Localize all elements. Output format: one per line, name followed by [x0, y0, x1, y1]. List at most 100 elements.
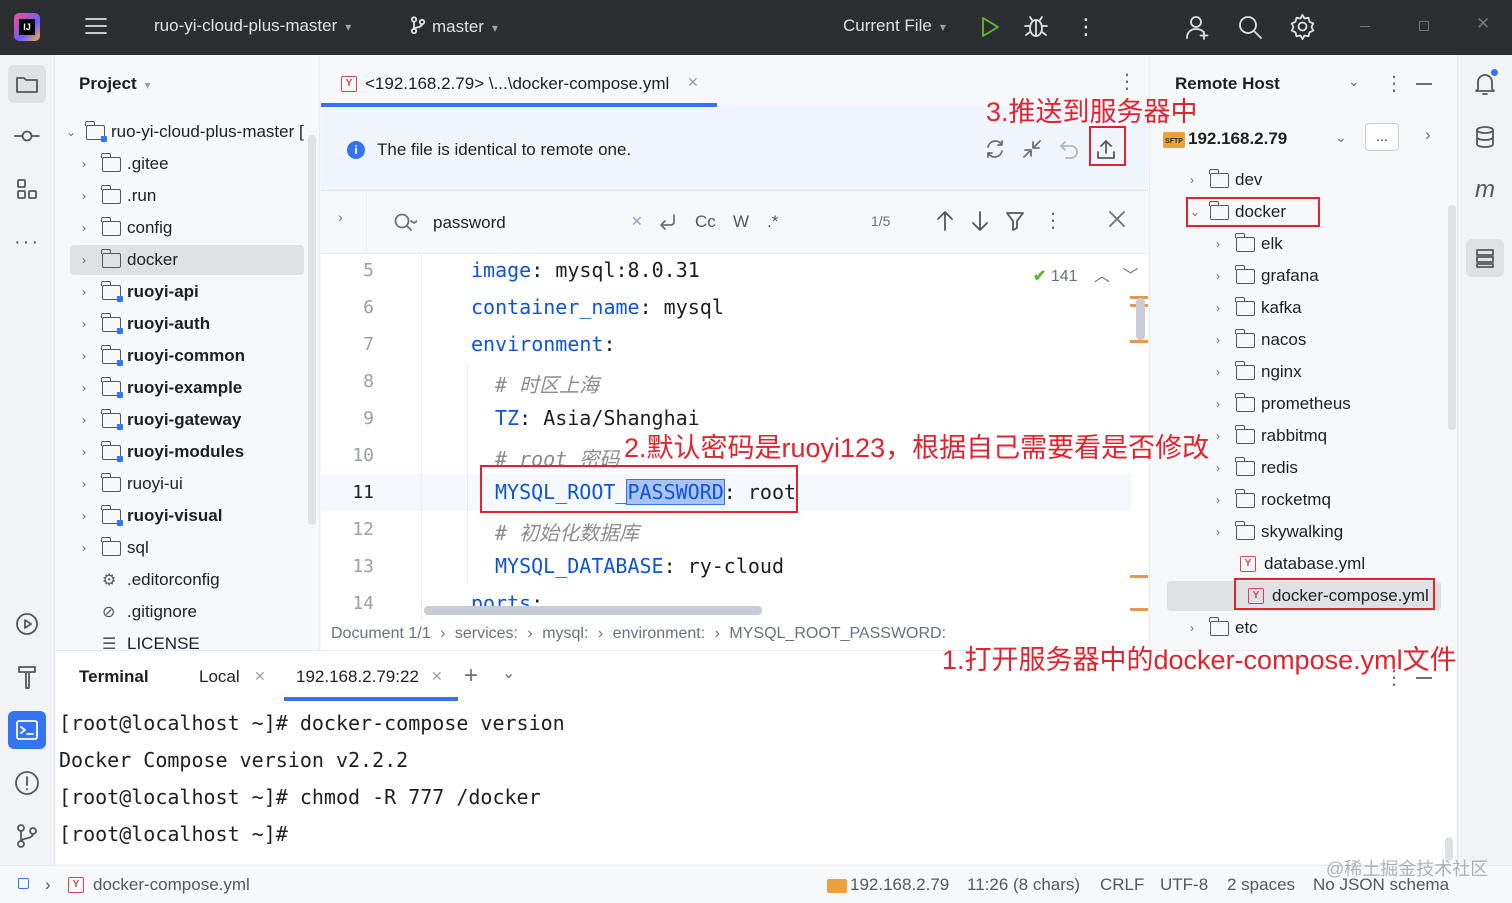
project-tree-item[interactable]: ⊘ .gitignore	[70, 597, 197, 627]
status-indent[interactable]: 2 spaces	[1227, 875, 1295, 895]
project-tree-item[interactable]: ☰ LICENSE	[70, 629, 200, 650]
remote-tree-item[interactable]: › grafana	[1216, 261, 1319, 291]
chevron-down-icon[interactable]: ⌄	[1348, 73, 1360, 90]
minimize-window-icon[interactable]	[1360, 26, 1370, 27]
chevron-right-icon[interactable]: ›	[1425, 125, 1431, 145]
find-more-icon[interactable]: ⋮	[1043, 208, 1063, 233]
close-tab-icon[interactable]: ✕	[687, 74, 699, 91]
run-icon[interactable]	[980, 16, 1000, 43]
remote-tree-item[interactable]: › skywalking	[1216, 517, 1343, 547]
commit-icon[interactable]	[8, 117, 46, 155]
project-switcher[interactable]: ruo-yi-cloud-plus-master ▾	[154, 16, 351, 36]
branch-switcher[interactable]: master ▾	[410, 16, 498, 37]
remote-tree-item[interactable]: › redis	[1216, 453, 1298, 483]
notifications-bell-icon[interactable]	[1466, 65, 1504, 103]
remote-tree-item[interactable]: Ydatabase.yml	[1240, 549, 1365, 579]
status-caret-position[interactable]: 11:26 (8 chars)	[967, 875, 1080, 895]
close-window-icon[interactable]: ✕	[1476, 14, 1490, 34]
more-actions-icon[interactable]: ⋮	[1075, 14, 1097, 40]
remote-tree-item[interactable]: › nginx	[1216, 357, 1302, 387]
project-root-row[interactable]: ⌄ ruo-yi-cloud-plus-master [	[66, 117, 304, 147]
browse-button[interactable]: ...	[1365, 123, 1399, 151]
search-icon[interactable]	[1237, 14, 1263, 45]
debug-icon[interactable]	[1024, 14, 1048, 45]
more-tools-icon[interactable]: ···	[8, 223, 46, 261]
chevron-down-icon[interactable]: ⌄	[1335, 129, 1347, 146]
panel-options-icon[interactable]: ⋮	[1384, 71, 1404, 96]
filter-icon[interactable]	[1005, 211, 1025, 236]
search-history-icon[interactable]	[393, 212, 418, 237]
status-host[interactable]: 192.168.2.79	[850, 875, 949, 895]
breadcrumb-item[interactable]: mysql:	[542, 625, 588, 642]
project-tree-item[interactable]: › .gitee	[70, 149, 169, 179]
remote-tree-item[interactable]: › dev	[1190, 165, 1262, 195]
remote-tree-item[interactable]: › rabbitmq	[1216, 421, 1327, 451]
status-line-separator[interactable]: CRLF	[1100, 875, 1144, 895]
main-menu-icon[interactable]	[84, 15, 108, 42]
run-config-selector[interactable]: Current File ▾	[843, 16, 946, 36]
project-tree-item[interactable]: › ruoyi-gateway	[70, 405, 241, 435]
new-terminal-tab-icon[interactable]: +	[464, 662, 478, 690]
status-square-icon[interactable]	[18, 878, 29, 889]
breadcrumb-item[interactable]: services:	[455, 625, 518, 642]
regex-option[interactable]: .*	[767, 212, 778, 232]
remote-tree-item[interactable]: › rocketmq	[1216, 485, 1331, 515]
match-case-option[interactable]: Cc	[695, 212, 716, 232]
chevron-down-icon[interactable]: ﹀	[1122, 268, 1138, 285]
close-find-icon[interactable]	[1107, 209, 1127, 234]
structure-icon[interactable]	[8, 170, 46, 208]
remote-host-tool-icon[interactable]	[1466, 239, 1504, 277]
compare-icon[interactable]	[1021, 138, 1043, 165]
project-folder-icon[interactable]	[8, 65, 46, 103]
inspection-widget[interactable]: ✔ 141 ︿ ﹀	[1033, 262, 1139, 286]
breadcrumb-item[interactable]: environment:	[613, 625, 706, 642]
project-tree-item[interactable]: › sql	[70, 533, 149, 563]
editor-vertical-scrollbar[interactable]	[1136, 298, 1145, 340]
whole-word-option[interactable]: W	[733, 212, 749, 232]
project-tree-item[interactable]: › .run	[70, 181, 156, 211]
clear-search-icon[interactable]: ✕	[631, 213, 643, 230]
maven-icon[interactable]: m	[1466, 171, 1504, 209]
host-selector[interactable]: 192.168.2.79	[1188, 129, 1287, 149]
editor-tab-docker-compose[interactable]: Y <192.168.2.79> \...\docker-compose.yml…	[321, 55, 717, 107]
project-tree-item[interactable]: › config	[70, 213, 172, 243]
problems-icon[interactable]	[8, 764, 46, 802]
revert-icon[interactable]	[1058, 138, 1080, 165]
project-tree-item[interactable]: › ruoyi-modules	[70, 437, 244, 467]
project-panel-title[interactable]: Project ▾	[79, 74, 151, 94]
git-icon[interactable]	[8, 817, 46, 855]
terminal-tab-remote[interactable]: 192.168.2.79:22	[296, 667, 419, 687]
breadcrumb-item[interactable]: Document 1/1	[331, 625, 431, 642]
project-tree-item[interactable]: › docker	[70, 245, 304, 275]
add-user-icon[interactable]	[1185, 14, 1211, 45]
terminal-tab-local[interactable]: Local	[199, 667, 240, 687]
project-tree-item[interactable]: › ruoyi-example	[70, 373, 242, 403]
database-icon[interactable]	[1466, 118, 1504, 156]
project-tree-item[interactable]: › ruoyi-ui	[70, 469, 183, 499]
services-icon[interactable]	[8, 605, 46, 643]
chevron-down-icon[interactable]: ⌄	[502, 663, 515, 683]
status-file-name[interactable]: docker-compose.yml	[93, 875, 250, 895]
remote-tree-item[interactable]: › nacos	[1216, 325, 1306, 355]
project-tree-item[interactable]: ⚙ .editorconfig	[70, 565, 220, 595]
terminal-icon[interactable]	[8, 711, 46, 749]
remote-scrollbar[interactable]	[1448, 205, 1456, 430]
search-input[interactable]	[433, 210, 613, 236]
sync-icon[interactable]	[984, 138, 1006, 165]
breadcrumb-item[interactable]: MYSQL_ROOT_PASSWORD:	[729, 625, 946, 642]
project-scrollbar[interactable]	[308, 135, 316, 525]
restore-window-icon[interactable]	[1419, 21, 1429, 31]
next-match-icon[interactable]	[970, 210, 990, 237]
remote-tree-item[interactable]: › prometheus	[1216, 389, 1351, 419]
editor-horizontal-scrollbar[interactable]	[424, 606, 762, 615]
build-hammer-icon[interactable]	[8, 658, 46, 696]
project-tree-item[interactable]: › ruoyi-visual	[70, 501, 222, 531]
new-line-icon[interactable]	[657, 212, 679, 237]
remote-tree-item[interactable]: › kafka	[1216, 293, 1302, 323]
close-tab-icon[interactable]: ✕	[431, 668, 443, 685]
previous-match-icon[interactable]	[935, 210, 955, 237]
remote-tree-item[interactable]: › elk	[1216, 229, 1283, 259]
settings-gear-icon[interactable]	[1289, 13, 1316, 45]
close-tab-icon[interactable]: ✕	[254, 668, 266, 685]
project-tree-item[interactable]: › ruoyi-common	[70, 341, 245, 371]
